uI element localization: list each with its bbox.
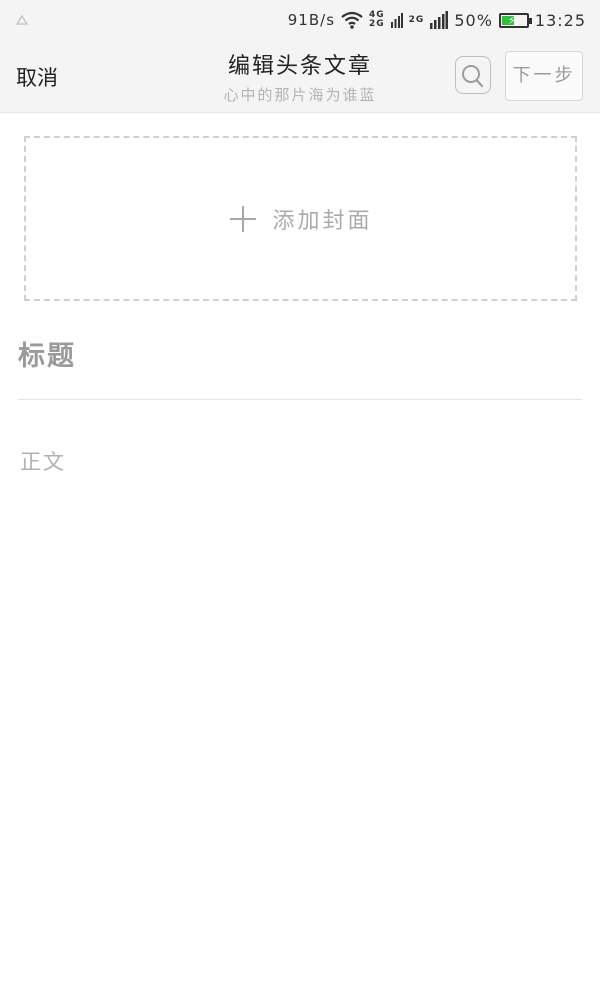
- page-subtitle: 心中的那片海为谁蓝: [223, 86, 377, 104]
- battery-icon: ⚡: [498, 12, 532, 28]
- network-type-2-label: 2G: [408, 14, 425, 25]
- add-cover-content: 添加封面: [228, 203, 372, 235]
- next-step-button[interactable]: 下一步: [505, 51, 583, 101]
- search-icon: [462, 65, 484, 88]
- plus-icon: [230, 205, 257, 232]
- header-title-group: 编辑头条文章 心中的那片海为谁蓝: [150, 48, 450, 105]
- page-title: 编辑头条文章: [227, 54, 372, 79]
- add-cover-area[interactable]: 添加封面: [24, 136, 577, 301]
- signal-icon-2: [430, 11, 449, 29]
- status-bar: 91B/s 4G 2G 2G 50% ⚡ 13:25: [0, 0, 600, 40]
- status-indicators: 91B/s 4G 2G 2G 50% ⚡ 13:25: [288, 8, 586, 32]
- notification-icon: [15, 14, 29, 25]
- battery-percent: 50%: [454, 10, 493, 30]
- network-type-2: 2G: [408, 14, 425, 25]
- editor-header: 取消 编辑头条文章 心中的那片海为谁蓝 下一步: [0, 40, 600, 113]
- title-divider: [18, 399, 582, 400]
- charging-bolt-icon: ⚡: [507, 13, 517, 27]
- signal-icon: [390, 13, 403, 28]
- network-type-bottom: 2G: [369, 19, 385, 29]
- add-cover-label: 添加封面: [272, 208, 373, 234]
- body-input[interactable]: 正文: [20, 446, 580, 946]
- status-time: 13:25: [534, 10, 586, 30]
- network-speed: 91B/s: [287, 11, 336, 29]
- search-button[interactable]: [455, 56, 491, 94]
- title-input[interactable]: 标题: [18, 334, 582, 374]
- wifi-icon: [341, 11, 363, 29]
- network-type: 4G 2G: [369, 11, 385, 29]
- cancel-button[interactable]: 取消: [16, 62, 58, 92]
